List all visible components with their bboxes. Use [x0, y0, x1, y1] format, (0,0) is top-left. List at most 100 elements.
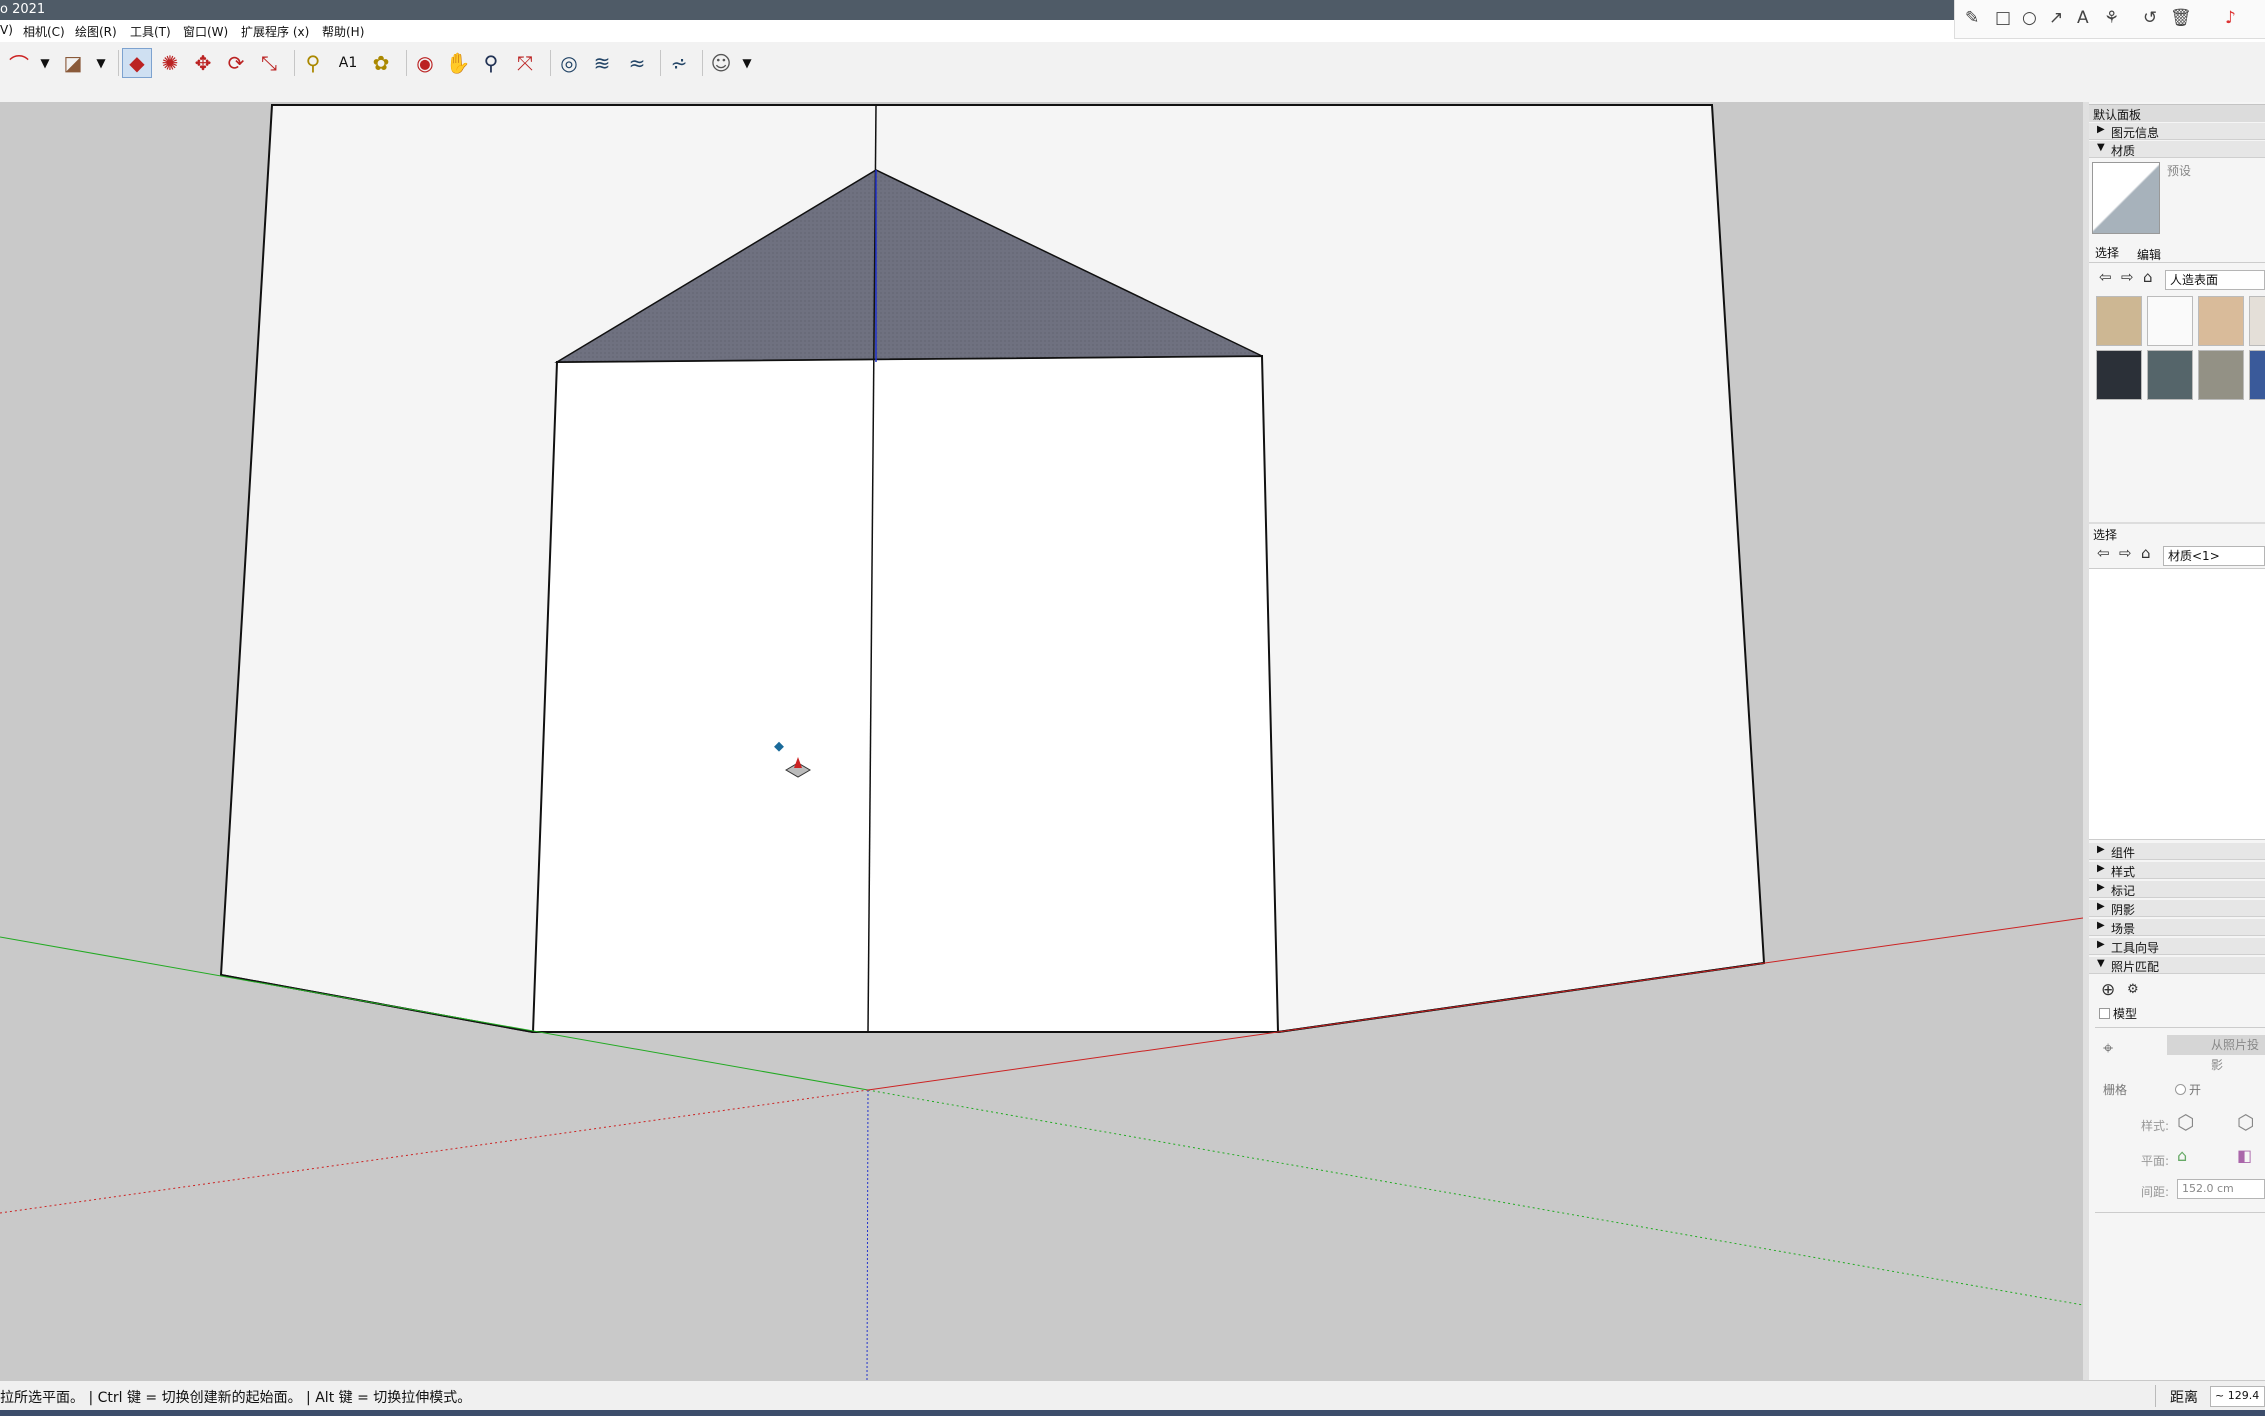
grid-style-icon[interactable]: ⬡ [2177, 1110, 2194, 1134]
menu-window[interactable]: 窗口(W) [183, 23, 228, 40]
push-pull-icon[interactable]: ◆ [122, 48, 152, 78]
zoom-extents-icon[interactable]: ⤧ [510, 48, 540, 78]
paint-bucket-icon[interactable]: ◪ [58, 48, 88, 78]
material-swatch[interactable] [2198, 350, 2244, 400]
window-title: o 2021 [0, 2, 46, 17]
menu-bar: V) 相机(C) 绘图(R) 工具(T) 窗口(W) 扩展程序 (x) 帮助(H… [0, 20, 2265, 42]
circle-icon[interactable]: ○ [2022, 8, 2037, 28]
material-swatch[interactable] [2096, 296, 2142, 346]
material-swatch[interactable] [2147, 296, 2193, 346]
follow-me-icon[interactable]: ✺ [155, 48, 185, 78]
z-axis-neg [866, 1089, 869, 1380]
component-icon[interactable]: ≈ [622, 48, 652, 78]
sandbox-icon[interactable]: ⩫ [664, 48, 694, 78]
magic-wand-icon[interactable]: ⚘ [2104, 8, 2119, 28]
home-icon[interactable]: ⌂ [2143, 268, 2153, 286]
account-dropdown-icon[interactable]: ▼ [732, 48, 762, 78]
material-swatch[interactable] [2198, 296, 2244, 346]
status-message: 拉所选平面。 | Ctrl 键 = 切换创建新的起始面。 | Alt 键 = 切… [0, 1390, 472, 1406]
menu-camera[interactable]: 相机(C) [23, 23, 65, 40]
model-materials-list [2089, 568, 2265, 840]
orbit-icon[interactable]: ◉ [410, 48, 440, 78]
tab-select[interactable]: 选择 [2095, 244, 2119, 261]
status-bar: 拉所选平面。 | Ctrl 键 = 切换创建新的起始面。 | Alt 键 = 切… [0, 1380, 2265, 1411]
title-bar: o 2021 [0, 0, 2265, 20]
arc-dropdown-icon[interactable]: ▼ [30, 48, 60, 78]
menu-tools[interactable]: 工具(T) [130, 23, 171, 40]
style-label: 样式: [2141, 1119, 2170, 1133]
section-styles[interactable]: ▶ 样式 [2089, 862, 2265, 879]
measurement-label: 距离 [2170, 1390, 2198, 1406]
paint-dropdown-icon[interactable]: ▼ [86, 48, 116, 78]
section-tags[interactable]: ▶ 标记 [2089, 881, 2265, 898]
back-arrow-icon[interactable]: ⇦ [2097, 544, 2110, 562]
drawing-viewport[interactable] [0, 102, 2083, 1380]
model-canvas[interactable] [0, 102, 2083, 1380]
home-icon[interactable]: ⌂ [2141, 544, 2151, 562]
spacing-label: 间距: [2141, 1185, 2170, 1199]
plane-label: 平面: [2141, 1154, 2170, 1168]
trash-icon[interactable]: 🗑 [2170, 8, 2192, 28]
section-plane-icon[interactable]: ◎ [554, 48, 584, 78]
material-name-field[interactable]: 预设 [2163, 162, 2265, 182]
section-shadows[interactable]: ▶ 阴影 [2089, 900, 2265, 917]
material-swatch[interactable] [2096, 350, 2142, 400]
material-swatch[interactable] [2249, 296, 2265, 346]
section-scenes[interactable]: ▶ 场景 [2089, 919, 2265, 936]
layers-icon[interactable]: ≋ [587, 48, 617, 78]
plane-ground-icon[interactable]: ⌂ [2177, 1146, 2187, 1165]
paint-icon[interactable]: ✿ [366, 48, 396, 78]
move-icon[interactable]: ✥ [188, 48, 218, 78]
forward-arrow-icon[interactable]: ⇨ [2121, 268, 2134, 286]
grid-on-radio[interactable] [2175, 1084, 2186, 1095]
material-swatch[interactable] [2147, 350, 2193, 400]
y-axis-neg [867, 1089, 2083, 1306]
plane-wall-icon[interactable]: ◧ [2237, 1146, 2252, 1165]
rotate-icon[interactable]: ⟳ [221, 48, 251, 78]
grid-style-alt-icon[interactable]: ⬡ [2237, 1110, 2254, 1134]
tab-edit[interactable]: 编辑 [2137, 246, 2161, 263]
menu-draw[interactable]: 绘图(R) [75, 23, 117, 40]
select-section-label: 选择 [2093, 528, 2118, 542]
menu-extensions[interactable]: 扩展程序 (x) [241, 23, 309, 40]
spacing-field[interactable]: 152.0 cm [2177, 1179, 2265, 1199]
rectangle-icon[interactable]: □ [1995, 8, 2011, 28]
material-category-select[interactable]: 人造表面 [2165, 270, 2265, 290]
grid-label: 栅格 [2103, 1083, 2128, 1097]
section-photo-match[interactable]: ▼ 照片匹配 [2089, 957, 2265, 974]
measurement-input[interactable]: ~ 129.4 [2210, 1386, 2265, 1407]
section-instructor[interactable]: ▶ 工具向导 [2089, 938, 2265, 955]
from-photo-button[interactable]: 从照片投影 [2167, 1035, 2265, 1072]
section-materials[interactable]: ▼ 材质 [2089, 141, 2265, 158]
current-material-preview [2092, 162, 2160, 234]
undo-icon[interactable]: ↺ [2143, 8, 2157, 28]
material-swatch[interactable] [2249, 350, 2265, 400]
text-label-icon[interactable]: A1 [333, 48, 363, 78]
zoom-icon[interactable]: ⚲ [476, 48, 506, 78]
model-checkbox[interactable] [2099, 1008, 2110, 1019]
arrow-icon[interactable]: ↗ [2049, 8, 2063, 28]
menu-help[interactable]: 帮助(H) [322, 23, 364, 40]
text-icon[interactable]: A [2077, 8, 2089, 28]
settings-icon[interactable]: ⚙ [2127, 982, 2139, 997]
crosshair-icon[interactable]: ⌖ [2103, 1038, 2113, 1059]
pan-icon[interactable]: ✋ [443, 48, 473, 78]
front-box-face [531, 354, 1280, 1033]
section-entity-info[interactable]: ▶ 图元信息 [2089, 123, 2265, 140]
scale-icon[interactable]: ⤡ [254, 48, 284, 78]
annotation-toolbar: ✎ □ ○ ↗ A ⚘ ↺ 🗑 ♪ [1954, 0, 2265, 39]
tape-measure-icon[interactable]: ⚲ [298, 48, 328, 78]
pencil-icon[interactable]: ✎ [1965, 8, 1979, 28]
tray-title: 默认面板 [2089, 104, 2265, 122]
model-material-select[interactable]: 材质<1> [2163, 546, 2265, 566]
add-photo-icon[interactable]: ⊕ [2101, 980, 2115, 1000]
default-tray: 默认面板 ▶ 图元信息 ▼ 材质 预设 选择 编辑 ⇦ ⇨ ⌂ 人造表面 选择 ⇦ … [2089, 102, 2265, 1380]
x-axis-neg [0, 1089, 869, 1214]
main-toolbar: ⌒ ▼ ◪ ▼ ◆ ✺ ✥ ⟳ ⤡ ⚲ A1 ✿ ◉ ✋ ⚲ ⤧ ◎ ≋ ≈ ⩫… [0, 42, 2265, 103]
forward-arrow-icon[interactable]: ⇨ [2119, 544, 2132, 562]
back-arrow-icon[interactable]: ⇦ [2099, 268, 2112, 286]
menu-view[interactable]: V) [0, 23, 13, 37]
taskbar-strip [0, 1410, 2265, 1416]
mute-icon[interactable]: ♪ [2225, 8, 2236, 28]
section-components[interactable]: ▶ 组件 [2089, 843, 2265, 860]
